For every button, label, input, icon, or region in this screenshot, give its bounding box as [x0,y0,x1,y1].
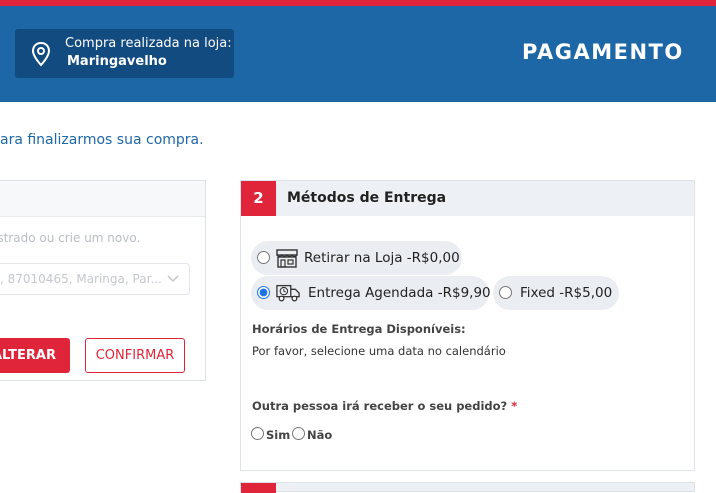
delivery-card-header: 2 Métodos de Entrega [241,181,694,216]
pickup-price: -R$0,00 [402,250,460,266]
header-bar: Compra realizada na loja: Maringavelho P… [0,6,716,102]
truck-clock-icon [276,284,300,302]
scheduled-radio[interactable] [257,286,270,299]
store-info-box[interactable]: Compra realizada na loja: Maringavelho [15,29,234,78]
store-label: Compra realizada na loja: [65,36,232,51]
address-select[interactable]: , 87010465, Maringa, Par... [0,263,190,295]
delivery-option-pickup[interactable]: Retirar na Loja -R$0,00 [251,241,462,275]
pickup-radio[interactable] [257,251,270,264]
other-person-question: Outra pessoa irá receber o seu pedido? * [252,399,517,413]
other-person-no[interactable]: Não [292,427,336,443]
map-pin-icon [31,41,51,67]
delivery-option-scheduled[interactable]: Entrega Agendada -R$9,90 [251,276,491,310]
other-person-question-text: Outra pessoa irá receber o seu pedido? [252,399,508,413]
yes-label: Sim [266,428,291,442]
step-number: 2 [241,181,276,216]
chevron-down-icon [167,275,179,283]
schedule-message: Por favor, selecione uma data no calendá… [252,344,506,358]
other-person-yes[interactable]: Sim [251,427,291,443]
alter-button[interactable]: ALTERAR [0,338,70,373]
schedule-title: Horários de Entrega Disponíveis: [252,322,466,336]
next-step-card [240,482,695,493]
store-icon [276,249,298,268]
store-name: Maringavelho [67,54,167,69]
confirm-button[interactable]: CONFIRMAR [85,338,185,373]
no-radio[interactable] [292,427,305,440]
next-step-number [241,483,276,493]
scheduled-label: Entrega Agendada [308,285,434,301]
fixed-price: -R$5,00 [554,285,613,301]
yes-radio[interactable] [251,427,264,440]
page-title: PAGAMENTO [522,40,684,64]
intro-text: ara finalizarmos sua compra. [0,132,204,148]
address-select-value: , 87010465, Maringa, Par... [0,272,162,286]
fixed-label: Fixed [520,285,555,301]
pickup-label: Retirar na Loja [304,250,403,266]
no-label: Não [307,428,333,442]
required-mark: * [511,399,518,413]
address-card-header [0,181,205,217]
fixed-radio[interactable] [499,286,512,299]
address-hint: astrado ou crie um novo. [0,231,141,245]
delivery-methods-card: 2 Métodos de Entrega Retirar na Loja -R$… [240,180,695,471]
scheduled-price: -R$9,90 [433,285,491,301]
delivery-option-fixed[interactable]: Fixed -R$5,00 [493,276,619,310]
delivery-title: Métodos de Entrega [287,190,447,206]
